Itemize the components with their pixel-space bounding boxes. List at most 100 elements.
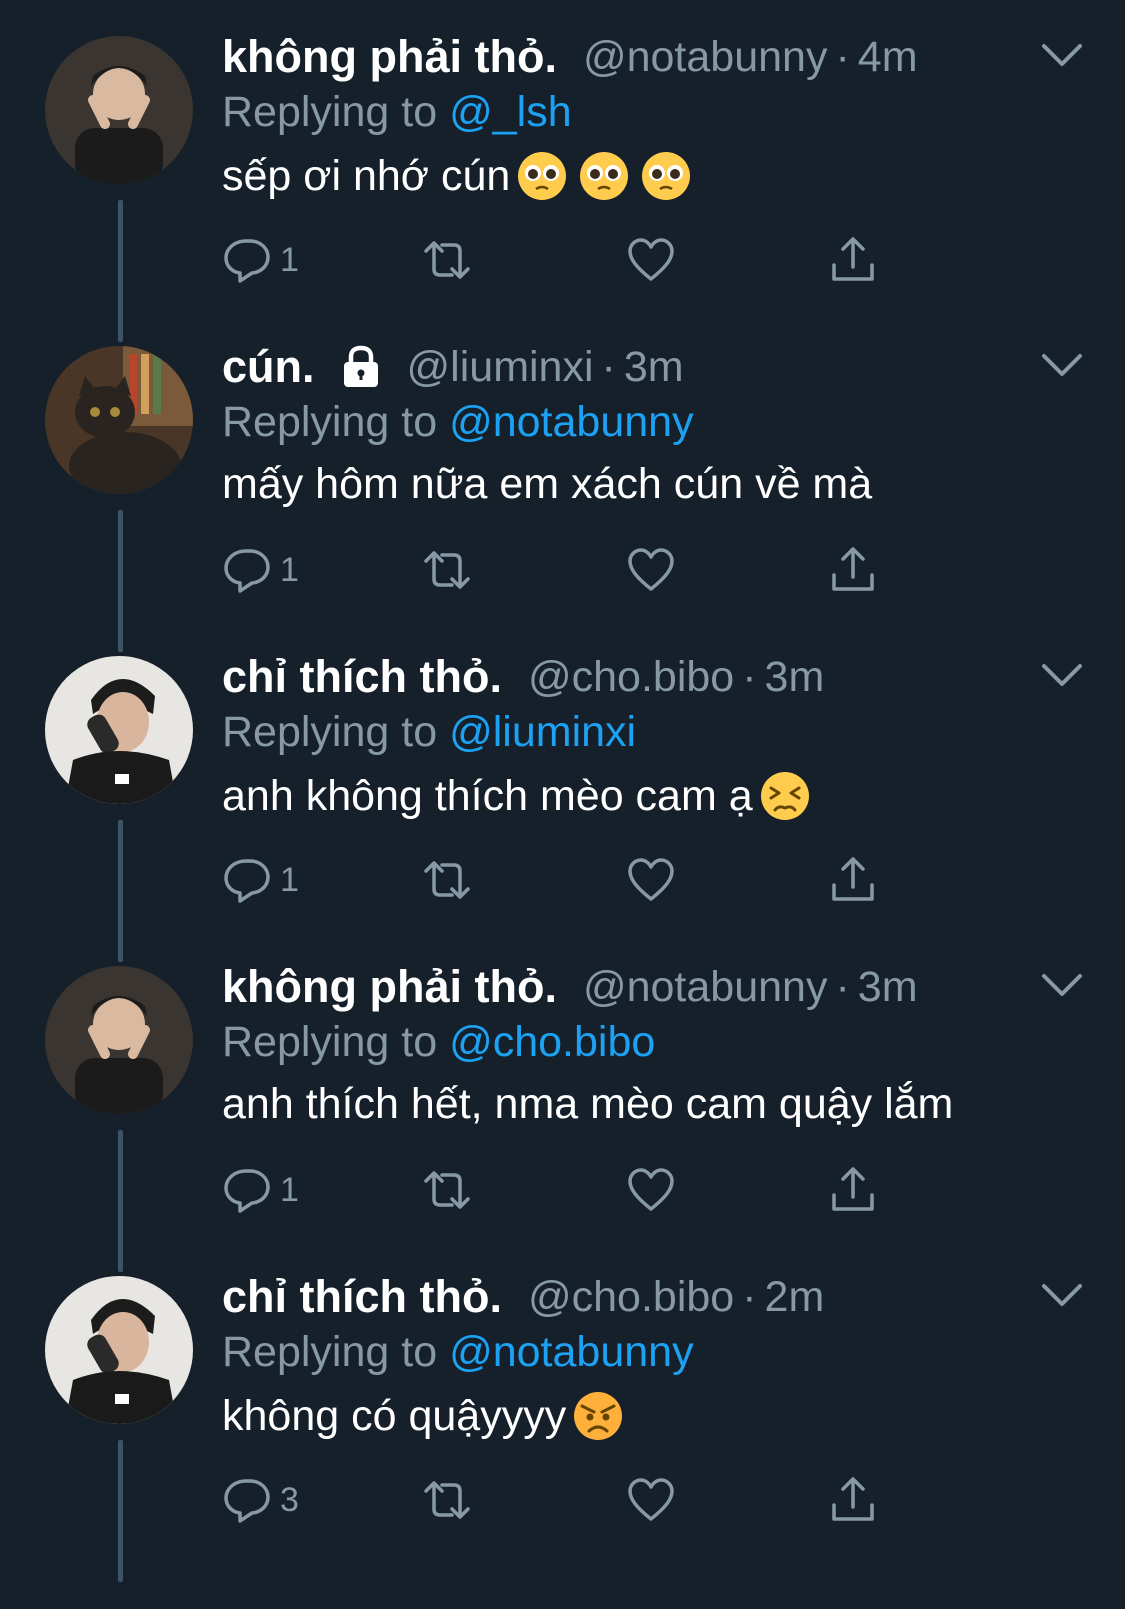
share-button[interactable] — [828, 1162, 878, 1218]
reply-icon — [224, 549, 270, 593]
like-button[interactable] — [626, 542, 676, 598]
tweet-text-content: mấy hôm nữa em xách cún về mà — [222, 460, 873, 508]
replying-to-handle[interactable]: @cho.bibo — [449, 1018, 655, 1066]
display-name[interactable]: không phải thỏ. — [222, 961, 557, 1013]
tweet-text-content: anh không thích mèo cam ạ — [222, 771, 753, 820]
tweet-text: mấy hôm nữa em xách cún về mà — [222, 460, 872, 509]
retweet-button[interactable] — [422, 1162, 472, 1218]
display-name[interactable]: không phải thỏ. — [222, 31, 557, 83]
reply-count: 1 — [280, 860, 299, 899]
angry-face-icon — [572, 1390, 624, 1442]
tweet-header: không phải thỏ. @notabunny · 4m — [222, 28, 918, 86]
tweet-text-content: sếp ơi nhớ cún — [222, 151, 511, 200]
chevron-down-icon[interactable] — [1040, 968, 1084, 1002]
username[interactable]: @liuminxi — [407, 343, 594, 392]
tweet-actions: 1 — [222, 852, 902, 908]
thread-line — [118, 1440, 123, 1582]
reply-count: 1 — [280, 240, 299, 279]
tweet-text-content: không có quậyyyy — [222, 1391, 567, 1440]
display-name[interactable]: chỉ thích thỏ. — [222, 651, 502, 703]
reply-button[interactable]: 1 — [222, 542, 299, 598]
heart-icon — [628, 858, 674, 901]
display-name[interactable]: chỉ thích thỏ. — [222, 1271, 502, 1323]
heart-icon — [628, 548, 674, 591]
tweet-header: cún. @liuminxi · 3m — [222, 338, 684, 396]
avatar[interactable] — [45, 656, 193, 804]
avatar[interactable] — [45, 346, 193, 494]
chevron-down-icon[interactable] — [1040, 658, 1084, 692]
share-button[interactable] — [828, 542, 878, 598]
replying-to-handle[interactable]: @_lsh — [449, 88, 572, 136]
username[interactable]: @notabunny — [583, 963, 828, 1012]
reply-button[interactable]: 1 — [222, 232, 299, 288]
pleading-face-icon — [578, 150, 630, 202]
reply-button[interactable]: 1 — [222, 1162, 299, 1218]
tweet-text-content: anh thích hết, nma mèo cam quậy lắm — [222, 1080, 954, 1128]
timestamp[interactable]: 3m — [624, 343, 684, 392]
tweet[interactable]: không phải thỏ. @notabunny · 4m Replying… — [0, 0, 1125, 342]
chevron-down-icon[interactable] — [1040, 38, 1084, 72]
like-button[interactable] — [626, 1472, 676, 1528]
heart-icon — [628, 238, 674, 281]
tweet[interactable]: không phải thỏ. @notabunny · 3m Replying… — [0, 930, 1125, 1272]
chevron-down-icon[interactable] — [1040, 348, 1084, 382]
persevering-face-icon — [759, 770, 811, 822]
like-button[interactable] — [626, 232, 676, 288]
username[interactable]: @notabunny — [583, 33, 828, 82]
tweet-text: sếp ơi nhớ cún — [222, 150, 692, 202]
reply-count: 3 — [280, 1480, 299, 1519]
timestamp[interactable]: 3m — [858, 963, 918, 1012]
chevron-down-icon[interactable] — [1040, 1278, 1084, 1312]
tweet-actions: 1 — [222, 232, 902, 288]
pleading-face-icon — [640, 150, 692, 202]
replying-to-handle[interactable]: @liuminxi — [449, 708, 636, 756]
username[interactable]: @cho.bibo — [528, 1273, 734, 1322]
reply-icon — [224, 1169, 270, 1213]
reply-count: 1 — [280, 1170, 299, 1209]
tweet[interactable]: chỉ thích thỏ. @cho.bibo · 2m Replying t… — [0, 1240, 1125, 1582]
retweet-icon — [424, 1171, 470, 1209]
separator-dot: · — [835, 32, 850, 81]
timestamp[interactable]: 2m — [765, 1273, 825, 1322]
tweet[interactable]: cún. @liuminxi · 3m Replying to @notabun… — [0, 310, 1125, 652]
tweet-text: anh không thích mèo cam ạ — [222, 770, 811, 822]
replying-to-label: Replying to — [222, 1328, 450, 1376]
timestamp[interactable]: 4m — [858, 33, 918, 82]
like-button[interactable] — [626, 852, 676, 908]
reply-icon — [224, 859, 270, 903]
tweet-header: chỉ thích thỏ. @cho.bibo · 3m — [222, 648, 824, 706]
share-button[interactable] — [828, 852, 878, 908]
tweet-header: chỉ thích thỏ. @cho.bibo · 2m — [222, 1268, 824, 1326]
username[interactable]: @cho.bibo — [528, 653, 734, 702]
avatar[interactable] — [45, 36, 193, 184]
avatar[interactable] — [45, 1276, 193, 1424]
replying-to-handle[interactable]: @notabunny — [449, 398, 694, 446]
replying-to-handle[interactable]: @notabunny — [449, 1328, 694, 1376]
display-name[interactable]: cún. — [222, 341, 315, 393]
replying-to: Replying to @notabunny — [222, 1328, 694, 1377]
share-button[interactable] — [828, 232, 878, 288]
share-icon — [832, 857, 874, 901]
tweet-actions: 1 — [222, 542, 902, 598]
share-icon — [832, 1167, 874, 1211]
replying-to: Replying to @cho.bibo — [222, 1018, 655, 1067]
reply-button[interactable]: 1 — [222, 852, 299, 908]
retweet-button[interactable] — [422, 542, 472, 598]
tweet-thread: không phải thỏ. @notabunny · 4m Replying… — [0, 0, 1125, 1609]
timestamp[interactable]: 3m — [765, 653, 825, 702]
replying-to: Replying to @notabunny — [222, 398, 694, 447]
retweet-icon — [424, 241, 470, 279]
retweet-button[interactable] — [422, 232, 472, 288]
tweet[interactable]: chỉ thích thỏ. @cho.bibo · 3m Replying t… — [0, 620, 1125, 962]
retweet-button[interactable] — [422, 1472, 472, 1528]
avatar[interactable] — [45, 966, 193, 1114]
retweet-button[interactable] — [422, 852, 472, 908]
share-button[interactable] — [828, 1472, 878, 1528]
like-button[interactable] — [626, 1162, 676, 1218]
reply-icon — [224, 239, 270, 283]
replying-to: Replying to @_lsh — [222, 88, 572, 137]
share-icon — [832, 237, 874, 281]
tweet-actions: 3 — [222, 1472, 902, 1528]
replying-to: Replying to @liuminxi — [222, 708, 636, 757]
reply-button[interactable]: 3 — [222, 1472, 299, 1528]
